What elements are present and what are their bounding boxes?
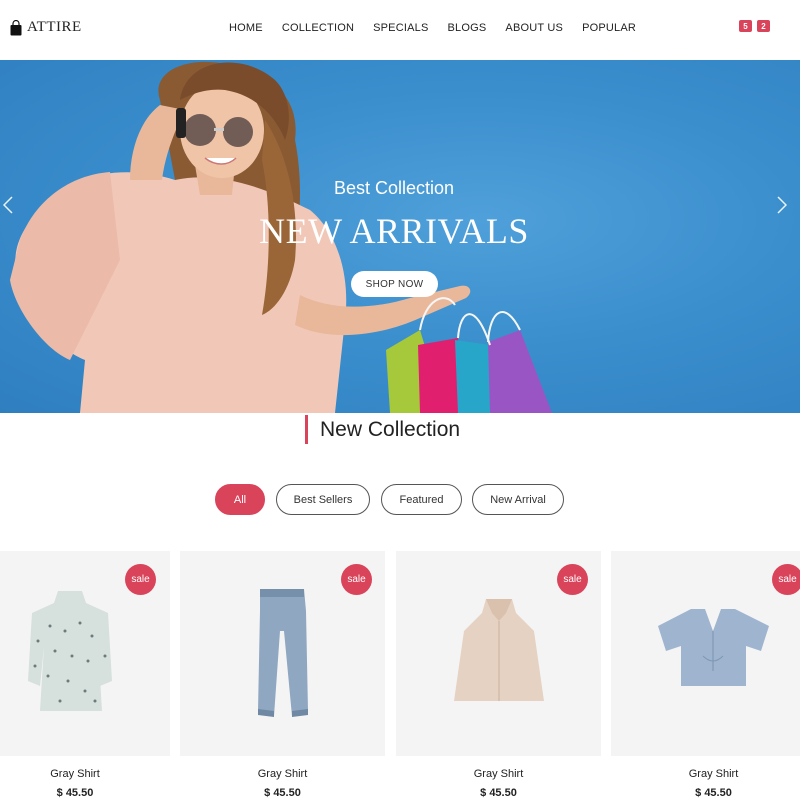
site-header: ATTIRE HOME COLLECTION SPECIALS BLOGS AB… [0,0,800,60]
filter-new-arrival[interactable]: New Arrival [472,484,564,515]
filter-best-sellers[interactable]: Best Sellers [276,484,370,515]
hero-subtitle: Best Collection [333,178,455,198]
main-nav: HOME COLLECTION SPECIALS BLOGS ABOUT US … [229,22,655,34]
product-name[interactable]: Gray Shirt [180,768,385,780]
shop-now-button[interactable]: SHOP NOW [351,271,438,297]
nav-blogs[interactable]: BLOGS [448,22,487,34]
nav-collection[interactable]: COLLECTION [282,22,354,34]
product-name[interactable]: Gray Shirt [0,768,170,780]
shopping-bag-icon [10,19,22,35]
filter-all[interactable]: All [215,484,265,515]
nav-home[interactable]: HOME [229,22,263,34]
product-price: $ 45.50 [695,787,732,799]
sale-badge: sale [341,564,372,595]
product-price: $ 45.50 [264,787,301,799]
product-name[interactable]: Gray Shirt [396,768,601,780]
logo-text: ATTIRE [27,19,82,35]
chevron-right-icon[interactable] [774,193,790,217]
product-price: $ 45.50 [480,787,517,799]
product-card[interactable]: sale Gray Shirt $ 45.50 [611,551,800,800]
nav-specials[interactable]: SPECIALS [373,22,428,34]
product-card[interactable]: sale Gray Shirt $ 45.50 [180,551,385,800]
wishlist-count-badge[interactable]: 5 [739,20,752,32]
section-title: New Collection [305,415,460,444]
logo[interactable]: ATTIRE [10,19,82,36]
filter-featured[interactable]: Featured [381,484,462,515]
sale-badge: sale [125,564,156,595]
header-badges: 5 2 [739,20,770,32]
sale-badge: sale [772,564,800,595]
product-name[interactable]: Gray Shirt [611,768,800,780]
product-price: $ 45.50 [56,787,94,799]
hero-slider: Best Collection NEW ARRIVALS SHOP NOW [0,60,800,413]
sale-badge: sale [557,564,588,595]
nav-popular[interactable]: POPULAR [582,22,636,34]
chevron-left-icon[interactable] [0,193,16,217]
hero-title: NEW ARRIVALS [259,211,529,251]
product-card[interactable]: sale Gray Shirt $ 45.50 [0,551,170,800]
cart-count-badge[interactable]: 2 [757,20,770,32]
product-card[interactable]: sale Gray Shirt $ 45.50 [396,551,601,800]
nav-about-us[interactable]: ABOUT US [505,22,563,34]
